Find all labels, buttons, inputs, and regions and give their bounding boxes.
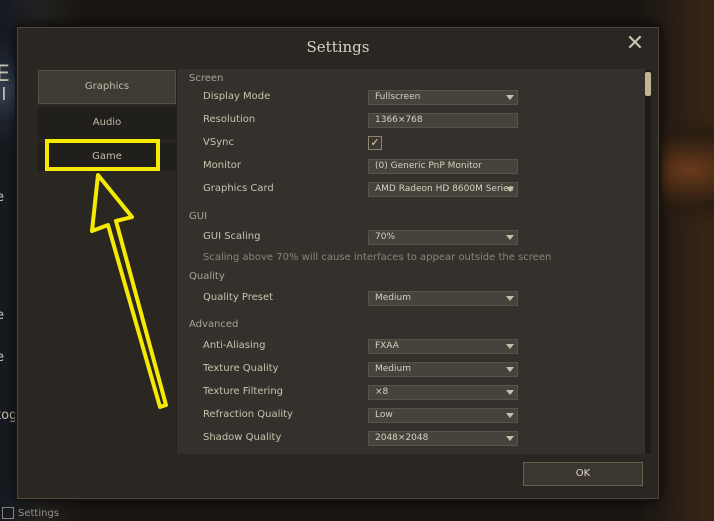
anti-aliasing-label: Anti-Aliasing xyxy=(203,340,266,351)
background-text: e xyxy=(0,350,4,365)
settings-content: Screen Display Mode Fullscreen Resolutio… xyxy=(176,69,647,454)
display-mode-value: Fullscreen xyxy=(375,92,421,102)
refraction-quality-dropdown[interactable]: Low xyxy=(368,408,518,423)
vsync-checkbox[interactable]: ✓ xyxy=(368,136,382,150)
texture-filtering-dropdown[interactable]: ×8 xyxy=(368,385,518,400)
chevron-down-icon xyxy=(506,296,514,301)
settings-icon xyxy=(2,507,14,519)
section-gui: GUI xyxy=(189,211,208,222)
graphics-card-dropdown[interactable]: AMD Radeon HD 8600M Series xyxy=(368,182,518,197)
background-text: tog xyxy=(0,408,18,423)
chevron-down-icon xyxy=(506,235,514,240)
gui-scaling-value: 70% xyxy=(375,232,396,242)
texture-quality-value: Medium xyxy=(375,364,411,374)
display-mode-dropdown[interactable]: Fullscreen xyxy=(368,90,518,105)
section-advanced: Advanced xyxy=(189,319,239,330)
gui-scaling-label: GUI Scaling xyxy=(203,231,261,242)
scrollbar[interactable] xyxy=(645,70,651,454)
quality-preset-dropdown[interactable]: Medium xyxy=(368,291,518,306)
bottom-bar: Settings xyxy=(0,505,59,521)
chevron-down-icon xyxy=(506,390,514,395)
display-mode-label: Display Mode xyxy=(203,91,271,102)
bottom-bar-label: Settings xyxy=(18,507,60,519)
vsync-label: VSync xyxy=(203,137,234,148)
resolution-field[interactable]: 1366×768 xyxy=(368,113,518,128)
gui-scaling-note: Scaling above 70% will cause interfaces … xyxy=(203,252,552,263)
chevron-down-icon xyxy=(506,344,514,349)
shadow-quality-value: 2048×2048 xyxy=(375,433,429,443)
section-screen: Screen xyxy=(189,73,224,84)
gui-scaling-dropdown[interactable]: 70% xyxy=(368,230,518,245)
monitor-value: (0) Generic PnP Monitor xyxy=(375,161,482,171)
chevron-down-icon xyxy=(506,95,514,100)
ok-button[interactable]: OK xyxy=(523,462,643,486)
graphics-card-label: Graphics Card xyxy=(203,183,274,194)
background-text: e xyxy=(0,308,4,323)
texture-quality-label: Texture Quality xyxy=(203,363,279,374)
chevron-down-icon xyxy=(506,367,514,372)
close-icon[interactable]: ✕ xyxy=(624,33,646,55)
resolution-value: 1366×768 xyxy=(375,115,423,125)
background-text: e xyxy=(0,190,4,205)
anti-aliasing-value: FXAA xyxy=(375,341,399,351)
shadow-quality-label: Shadow Quality xyxy=(203,432,282,443)
quality-preset-value: Medium xyxy=(375,293,411,303)
refraction-quality-label: Refraction Quality xyxy=(203,409,293,420)
texture-filtering-label: Texture Filtering xyxy=(203,386,284,397)
tab-audio[interactable]: Audio xyxy=(38,107,176,139)
chevron-down-icon xyxy=(506,436,514,441)
shadow-quality-dropdown[interactable]: 2048×2048 xyxy=(368,431,518,446)
anti-aliasing-dropdown[interactable]: FXAA xyxy=(368,339,518,354)
resolution-label: Resolution xyxy=(203,114,256,125)
monitor-field[interactable]: (0) Generic PnP Monitor xyxy=(368,159,518,174)
quality-preset-label: Quality Preset xyxy=(203,292,274,303)
chevron-down-icon xyxy=(506,187,514,192)
refraction-quality-value: Low xyxy=(375,410,393,420)
annotation-arrow-icon xyxy=(90,173,168,409)
texture-filtering-value: ×8 xyxy=(375,387,389,397)
tab-graphics[interactable]: Graphics xyxy=(38,70,176,104)
texture-quality-dropdown[interactable]: Medium xyxy=(368,362,518,377)
background-text: II xyxy=(0,84,7,105)
dialog-title: Settings xyxy=(306,38,370,56)
monitor-label: Monitor xyxy=(203,160,242,171)
section-quality: Quality xyxy=(189,271,225,282)
scrollbar-thumb[interactable] xyxy=(645,72,651,96)
chevron-down-icon xyxy=(506,413,514,418)
graphics-card-value: AMD Radeon HD 8600M Series xyxy=(375,184,514,194)
